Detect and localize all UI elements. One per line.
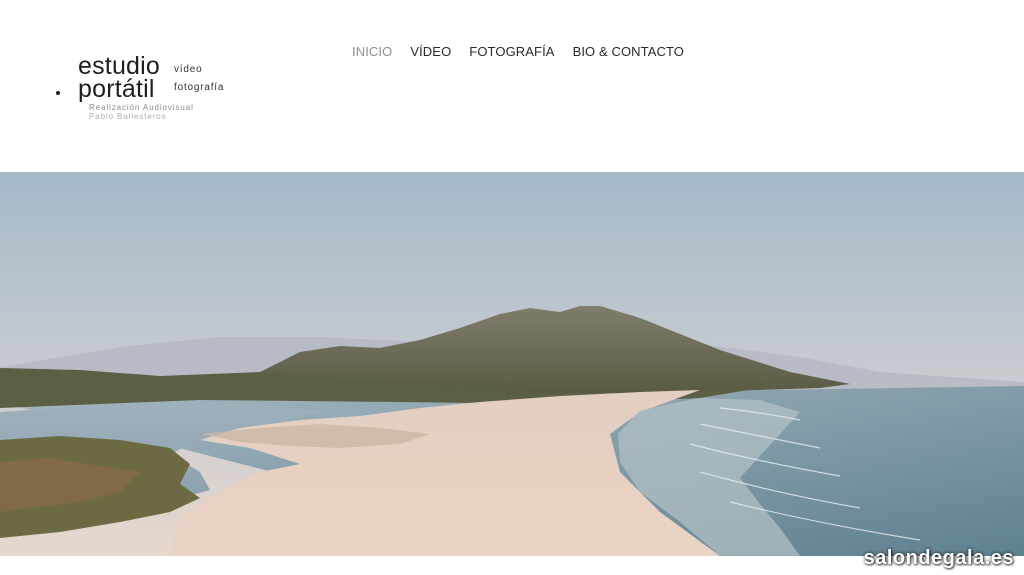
hero-landscape-image xyxy=(0,172,1024,556)
site-logo[interactable]: estudio portátil vídeo fotografía Realiz… xyxy=(56,52,256,132)
logo-side-fotografia: fotografía xyxy=(174,82,225,93)
nav-item-video[interactable]: VÍDEO xyxy=(410,44,451,59)
logo-dot xyxy=(56,91,60,95)
nav-item-bio-contacto[interactable]: BIO & CONTACTO xyxy=(573,44,684,59)
landscape-illustration xyxy=(0,172,1024,556)
main-nav: INICIO VÍDEO FOTOGRAFÍA BIO & CONTACTO xyxy=(352,44,684,59)
nav-item-inicio[interactable]: INICIO xyxy=(352,44,392,59)
site-header: estudio portátil vídeo fotografía Realiz… xyxy=(0,0,1024,172)
watermark-text: salondegala.es xyxy=(863,547,1014,569)
logo-word-portatil: portátil xyxy=(78,75,155,103)
logo-subtitle-name: Pablo Ballesteros xyxy=(89,112,167,121)
logo-subtitle-role: Realización Audiovisual xyxy=(89,103,194,112)
logo-side-video: vídeo xyxy=(174,64,203,75)
nav-item-fotografia[interactable]: FOTOGRAFÍA xyxy=(469,44,554,59)
